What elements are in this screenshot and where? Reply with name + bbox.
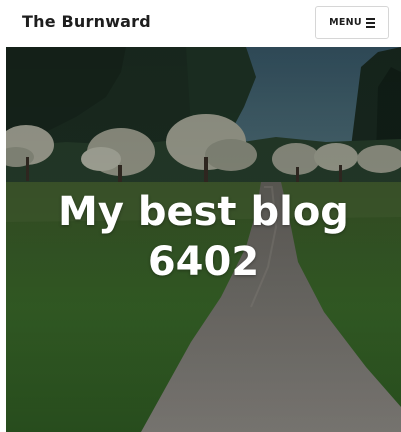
hero-title[interactable]: My best blog 6402 xyxy=(6,187,401,287)
menu-button[interactable]: MENU xyxy=(315,6,389,39)
hamburger-icon xyxy=(365,17,375,28)
site-header: The Burnward MENU xyxy=(0,0,401,46)
site-title[interactable]: The Burnward xyxy=(22,12,151,31)
menu-label: MENU xyxy=(329,17,362,28)
page: The Burnward MENU My best blog 6402 xyxy=(0,0,401,432)
hero-banner: My best blog 6402 xyxy=(6,47,401,432)
